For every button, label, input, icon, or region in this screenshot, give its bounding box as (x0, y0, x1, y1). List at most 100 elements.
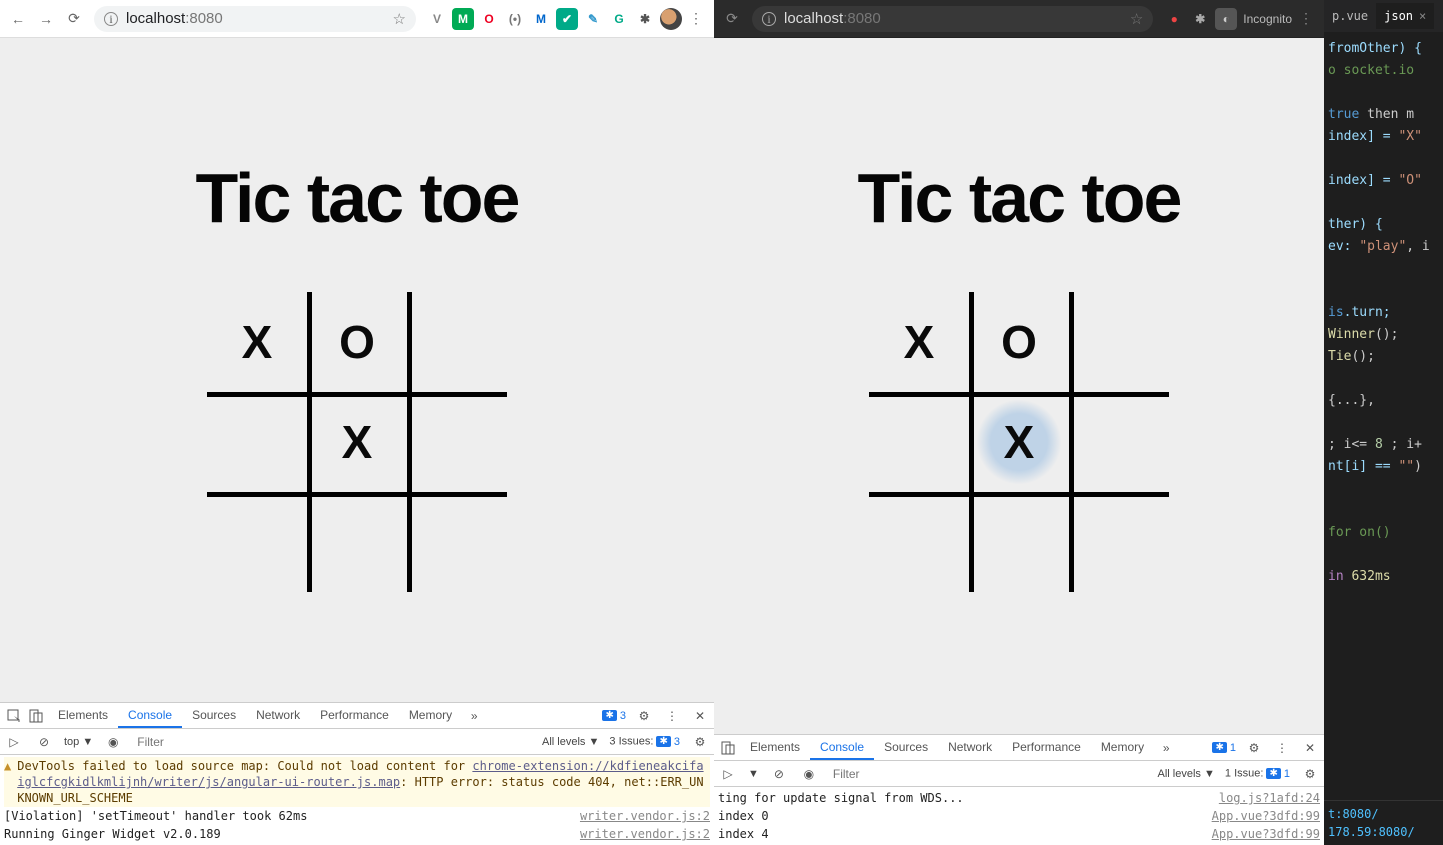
context-selector[interactable]: ▼ (748, 768, 759, 780)
reload-button[interactable]: ⟳ (60, 6, 88, 32)
board-cell-5[interactable] (407, 392, 507, 492)
app-body-left: Tic tac toe XOX (0, 38, 714, 702)
devtools-tab-network[interactable]: Network (938, 736, 1002, 759)
back-button[interactable]: ← (4, 6, 32, 32)
ext-paren[interactable]: (•) (504, 8, 526, 30)
reload-button[interactable]: ⟳ (718, 6, 746, 32)
console-play-icon[interactable]: ▷ (4, 732, 24, 752)
console-settings-icon[interactable]: ⚙ (690, 732, 710, 752)
messages-badge[interactable]: ✱3 (602, 708, 626, 724)
ext-red[interactable]: ● (1163, 8, 1185, 30)
code-line (1328, 500, 1439, 522)
devtools-tab-network[interactable]: Network (246, 704, 310, 727)
site-info-icon[interactable]: i (104, 12, 118, 26)
board-cell-8[interactable] (407, 492, 507, 592)
device-toggle-icon[interactable] (718, 738, 738, 758)
board-cell-7[interactable] (969, 492, 1069, 592)
console-clear-icon[interactable]: ⊘ (769, 764, 789, 784)
filter-input[interactable] (829, 765, 1148, 783)
devtools-tab-elements[interactable]: Elements (740, 736, 810, 759)
board-cell-4[interactable]: X (969, 392, 1069, 492)
bookmark-icon[interactable]: ☆ (393, 10, 406, 28)
messages-badge[interactable]: ✱1 (1212, 740, 1236, 756)
devtools-tab-performance[interactable]: Performance (310, 704, 399, 727)
devtools-tab-memory[interactable]: Memory (399, 704, 462, 727)
ext-incognito[interactable]: ◐ (1215, 8, 1237, 30)
eye-icon[interactable]: ◉ (799, 764, 819, 784)
ext-puzzle[interactable]: ✱ (634, 8, 656, 30)
game-board: XOX (869, 292, 1169, 592)
devtools-menu-icon[interactable]: ⋮ (1272, 738, 1292, 758)
devtools-tab-sources[interactable]: Sources (874, 736, 938, 759)
profile-avatar[interactable] (660, 8, 682, 30)
site-info-icon[interactable]: i (762, 12, 776, 26)
board-cell-1[interactable]: O (307, 292, 407, 392)
console-source-link[interactable]: writer.vendor.js:2 (580, 808, 710, 824)
ext-m2[interactable]: M (530, 8, 552, 30)
board-cell-6[interactable] (869, 492, 969, 592)
board-cell-5[interactable] (1069, 392, 1169, 492)
inspect-icon[interactable] (4, 706, 24, 726)
device-toggle-icon[interactable] (26, 706, 46, 726)
console-message: DevTools failed to load source map: Coul… (17, 758, 710, 806)
ext-puzzle[interactable]: ✱ (1189, 8, 1211, 30)
devtools-tab-sources[interactable]: Sources (182, 704, 246, 727)
board-cell-3[interactable] (207, 392, 307, 492)
close-icon[interactable]: × (1419, 9, 1426, 23)
eye-icon[interactable]: ◉ (103, 732, 123, 752)
issues-indicator[interactable]: 1 Issue: ✱1 (1225, 766, 1290, 782)
board-cell-4[interactable]: X (307, 392, 407, 492)
console-source-link[interactable]: App.vue?3dfd:99 (1212, 825, 1320, 843)
ext-grammarly[interactable]: G (608, 8, 630, 30)
console-settings-icon[interactable]: ⚙ (1300, 764, 1320, 784)
board-cell-7[interactable] (307, 492, 407, 592)
console-play-icon[interactable]: ▷ (718, 764, 738, 784)
forward-button[interactable]: → (32, 6, 60, 32)
address-bar[interactable]: i localhost:8080 ☆ (94, 6, 416, 32)
levels-selector[interactable]: All levels ▼ (542, 736, 599, 748)
address-bar[interactable]: i localhost:8080 ☆ (752, 6, 1153, 32)
console-source-link[interactable]: App.vue?3dfd:99 (1212, 807, 1320, 825)
editor-tab[interactable]: json× (1376, 3, 1434, 29)
console-output[interactable]: ting for update signal from WDS...log.js… (714, 787, 1324, 845)
devtools-settings-icon[interactable]: ⚙ (1244, 738, 1264, 758)
board-cell-2[interactable] (1069, 292, 1169, 392)
tabs-overflow-icon[interactable]: » (1156, 738, 1176, 758)
console-source-link[interactable]: log.js?1afd:24 (1219, 789, 1320, 807)
board-cell-0[interactable]: X (207, 292, 307, 392)
devtools-close-icon[interactable]: ✕ (690, 706, 710, 726)
editor-body[interactable]: fromOther) {o socket.io true then mindex… (1324, 32, 1443, 594)
board-cell-6[interactable] (207, 492, 307, 592)
ext-g[interactable]: ✔ (556, 8, 578, 30)
ext-m[interactable]: M (452, 8, 474, 30)
console-source-link[interactable]: writer.vendor.js:2 (580, 826, 710, 842)
editor-tab[interactable]: p.vue (1324, 3, 1376, 29)
ext-pen[interactable]: ✎ (582, 8, 604, 30)
menu-button[interactable]: ⋮ (682, 6, 710, 32)
tabs-overflow-icon[interactable]: » (464, 706, 484, 726)
board-cell-1[interactable]: O (969, 292, 1069, 392)
menu-button[interactable]: ⋮ (1292, 6, 1320, 32)
bookmark-icon[interactable]: ☆ (1130, 10, 1143, 28)
board-cell-3[interactable] (869, 392, 969, 492)
devtools-settings-icon[interactable]: ⚙ (634, 706, 654, 726)
ext-opera[interactable]: O (478, 8, 500, 30)
board-cell-2[interactable] (407, 292, 507, 392)
levels-selector[interactable]: All levels ▼ (1158, 768, 1215, 780)
editor-terminal[interactable]: t:8080/178.59:8080/ (1324, 800, 1443, 845)
issues-indicator[interactable]: 3 Issues: ✱3 (609, 734, 680, 750)
devtools-close-icon[interactable]: ✕ (1300, 738, 1320, 758)
devtools-tab-console[interactable]: Console (118, 704, 182, 728)
board-cell-0[interactable]: X (869, 292, 969, 392)
devtools-menu-icon[interactable]: ⋮ (662, 706, 682, 726)
devtools-tab-memory[interactable]: Memory (1091, 736, 1154, 759)
devtools-tab-performance[interactable]: Performance (1002, 736, 1091, 759)
console-output[interactable]: ▲DevTools failed to load source map: Cou… (0, 755, 714, 845)
context-selector[interactable]: top ▼ (64, 736, 93, 748)
board-cell-8[interactable] (1069, 492, 1169, 592)
console-clear-icon[interactable]: ⊘ (34, 732, 54, 752)
filter-input[interactable] (133, 733, 532, 751)
ext-v[interactable]: V (426, 8, 448, 30)
devtools-tab-console[interactable]: Console (810, 736, 874, 760)
devtools-tab-elements[interactable]: Elements (48, 704, 118, 727)
